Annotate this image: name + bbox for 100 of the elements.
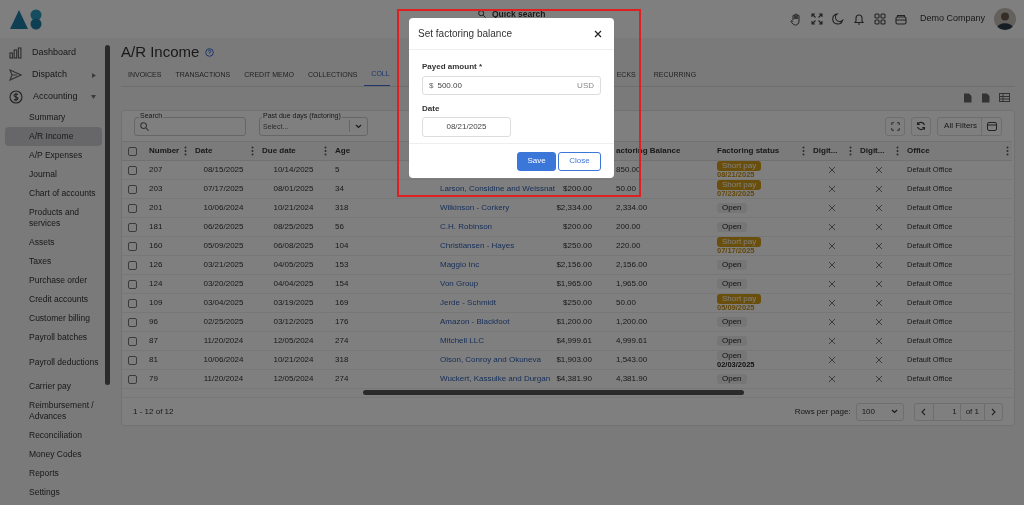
table-cell: 08/15/2025: [203, 165, 244, 174]
avatar[interactable]: [994, 8, 1016, 30]
row-checkbox[interactable]: [128, 374, 137, 384]
horizontal-scrollbar[interactable]: [363, 390, 744, 395]
sidebar-item[interactable]: Chart of accounts: [5, 184, 102, 203]
hand-icon[interactable]: [789, 12, 802, 26]
column-menu-icon[interactable]: [1006, 146, 1009, 156]
table-icon[interactable]: [999, 93, 1010, 102]
collapse-caret-icon[interactable]: [91, 95, 96, 99]
status-badge: Open: [717, 222, 747, 232]
customer-link[interactable]: C.H. Robinson: [440, 222, 493, 231]
table-cell: 4,999.61: [616, 336, 648, 345]
bell-icon[interactable]: [852, 12, 865, 26]
sidebar-item[interactable]: Payroll deductions: [5, 347, 102, 377]
row-checkbox[interactable]: [128, 241, 137, 251]
sidebar-item[interactable]: Dashboard: [5, 42, 102, 64]
customer-link[interactable]: Amazon - Blackfoot: [440, 317, 510, 326]
column-header[interactable]: Digit...: [860, 145, 885, 157]
sidebar-item[interactable]: Customer billing: [5, 309, 102, 328]
column-header[interactable]: Due date: [262, 145, 296, 157]
customer-link[interactable]: Mitchell LLC: [440, 336, 484, 345]
close-button[interactable]: Close: [558, 151, 601, 171]
moon-icon[interactable]: [831, 13, 844, 25]
column-header[interactable]: Age: [335, 145, 351, 157]
status-badge: Short pay: [717, 237, 762, 247]
chevron-left-icon: [921, 407, 927, 416]
sidebar-item[interactable]: Reconciliation: [5, 426, 102, 445]
column-menu-icon[interactable]: [184, 146, 187, 156]
column-header[interactable]: Date: [195, 145, 213, 157]
page-input[interactable]: 1: [932, 403, 961, 420]
customer-link[interactable]: Wuckert, Kassulke and Durgan: [440, 374, 551, 383]
row-checkbox[interactable]: [128, 222, 137, 232]
close-icon[interactable]: [594, 29, 602, 38]
wallet-icon[interactable]: [894, 13, 907, 25]
row-checkbox[interactable]: [128, 184, 137, 194]
customer-link[interactable]: Wilkinson - Corkery: [440, 203, 510, 212]
table-cell: 04/05/2025: [273, 260, 314, 269]
sidebar-item[interactable]: Assets: [5, 233, 102, 252]
column-menu-icon[interactable]: [802, 146, 805, 156]
date-field[interactable]: 08/21/2025: [422, 117, 511, 137]
select-all-checkbox[interactable]: [128, 146, 137, 156]
customer-link[interactable]: Olson, Conroy and Okuneva: [440, 355, 541, 364]
row-checkbox[interactable]: [128, 260, 137, 270]
column-header[interactable]: Number: [149, 145, 180, 157]
status-badge: Open: [717, 374, 747, 384]
row-checkbox[interactable]: [128, 203, 137, 213]
all-filters-button[interactable]: All Filters: [937, 116, 1002, 136]
sidebar-item[interactable]: A/P Expenses: [5, 146, 102, 165]
customer-link[interactable]: Maggio Inc: [440, 260, 480, 269]
customer-link[interactable]: Von Group: [440, 279, 479, 288]
refresh-button[interactable]: [911, 116, 932, 136]
help-icon[interactable]: [205, 47, 215, 57]
table-cell: $200.00: [563, 184, 592, 193]
row-checkbox[interactable]: [128, 336, 137, 346]
row-checkbox[interactable]: [128, 298, 137, 308]
customer-link[interactable]: Larson, Considine and Weissnat: [440, 184, 556, 193]
sidebar-item[interactable]: Purchase order: [5, 271, 102, 290]
sidebar-item[interactable]: Summary: [5, 108, 102, 127]
column-menu-icon[interactable]: [896, 146, 899, 156]
column-menu-icon[interactable]: [324, 146, 327, 156]
row-checkbox[interactable]: [128, 317, 137, 327]
sidebar-item[interactable]: Taxes: [5, 252, 102, 271]
sidebar-item[interactable]: Reports: [5, 464, 102, 483]
customer-link[interactable]: Jerde - Schmidt: [440, 298, 497, 307]
table-cell: 79: [149, 374, 158, 383]
column-header[interactable]: Digit...: [813, 145, 838, 157]
column-menu-icon[interactable]: [251, 146, 254, 156]
expand-button[interactable]: [885, 116, 906, 136]
column-header[interactable]: Factoring status: [717, 145, 780, 157]
sidebar-item[interactable]: Payroll batches: [5, 328, 102, 347]
sidebar-item[interactable]: Credit accounts: [5, 290, 102, 309]
amount-field[interactable]: $ 500.00 USD: [422, 76, 601, 95]
row-checkbox[interactable]: [128, 355, 137, 365]
company-name[interactable]: Demo Company: [919, 12, 985, 26]
row-checkbox[interactable]: [128, 279, 137, 289]
save-button[interactable]: Save: [517, 151, 556, 171]
expand-caret-icon[interactable]: [92, 72, 96, 78]
table-cell: 08/25/2025: [273, 222, 314, 231]
rows-per-page-select[interactable]: 100: [855, 402, 904, 421]
column-header[interactable]: Office: [907, 145, 930, 157]
sidebar-item[interactable]: Reimbursement / Advances: [5, 396, 102, 426]
sidebar-item[interactable]: Money Codes: [5, 445, 102, 464]
customer-link[interactable]: Christiansen - Hayes: [440, 241, 515, 250]
sidebar-item[interactable]: Journal: [5, 165, 102, 184]
grid-icon[interactable]: [873, 13, 886, 25]
table-cell: 08/01/2025: [273, 184, 314, 193]
fullscreen-icon[interactable]: [810, 13, 823, 25]
table-cell: 201: [149, 203, 163, 212]
sidebar-item[interactable]: Settings: [5, 483, 102, 502]
sidebar-item[interactable]: Carrier pay: [5, 377, 102, 396]
sidebar-item[interactable]: Dispatch: [5, 64, 102, 86]
sidebar-item[interactable]: A/R Income: [5, 127, 102, 146]
row-checkbox[interactable]: [128, 165, 137, 175]
table-cell: 34: [335, 184, 344, 193]
sidebar-item[interactable]: Products and services: [5, 203, 102, 233]
table-cell: 12/05/2024: [273, 374, 314, 383]
column-menu-icon[interactable]: [849, 146, 852, 156]
table-cell: $1,903.00: [556, 355, 592, 364]
sidebar-scrollbar[interactable]: [105, 45, 110, 385]
sidebar-item[interactable]: Accounting: [5, 86, 102, 108]
